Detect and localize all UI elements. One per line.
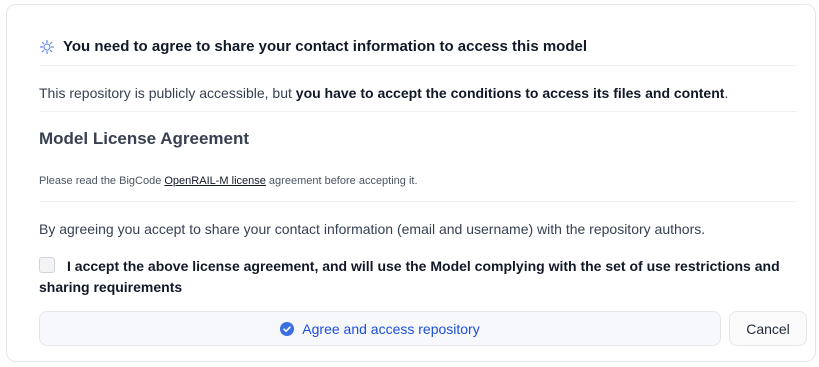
divider [39, 65, 797, 66]
gate-title: You need to agree to share your contact … [63, 38, 587, 55]
gate-icon [40, 39, 54, 54]
check-circle-icon [280, 321, 295, 336]
license-accept-row: I accept the above license agreement, an… [39, 256, 809, 298]
divider [39, 111, 797, 112]
accept-label: I accept the above license agreement, an… [39, 258, 780, 295]
license-link[interactable]: OpenRAIL-M license [164, 175, 266, 187]
agree-button[interactable]: Agree and access repository [39, 311, 721, 346]
accept-checkbox[interactable] [39, 257, 55, 273]
license-note: Please read the BigCode OpenRAIL-M licen… [39, 175, 418, 187]
access-gate-card: You need to agree to share your contact … [6, 4, 816, 362]
cancel-label: Cancel [746, 320, 790, 337]
consent-text: By agreeing you accept to share your con… [39, 221, 706, 237]
cancel-button[interactable]: Cancel [729, 311, 807, 346]
agree-label: Agree and access repository [302, 320, 480, 337]
license-heading: Model License Agreement [39, 129, 250, 148]
divider [39, 201, 797, 202]
gate-header: You need to agree to share your contact … [39, 38, 587, 55]
gate-intro: This repository is publicly accessible, … [39, 85, 729, 101]
